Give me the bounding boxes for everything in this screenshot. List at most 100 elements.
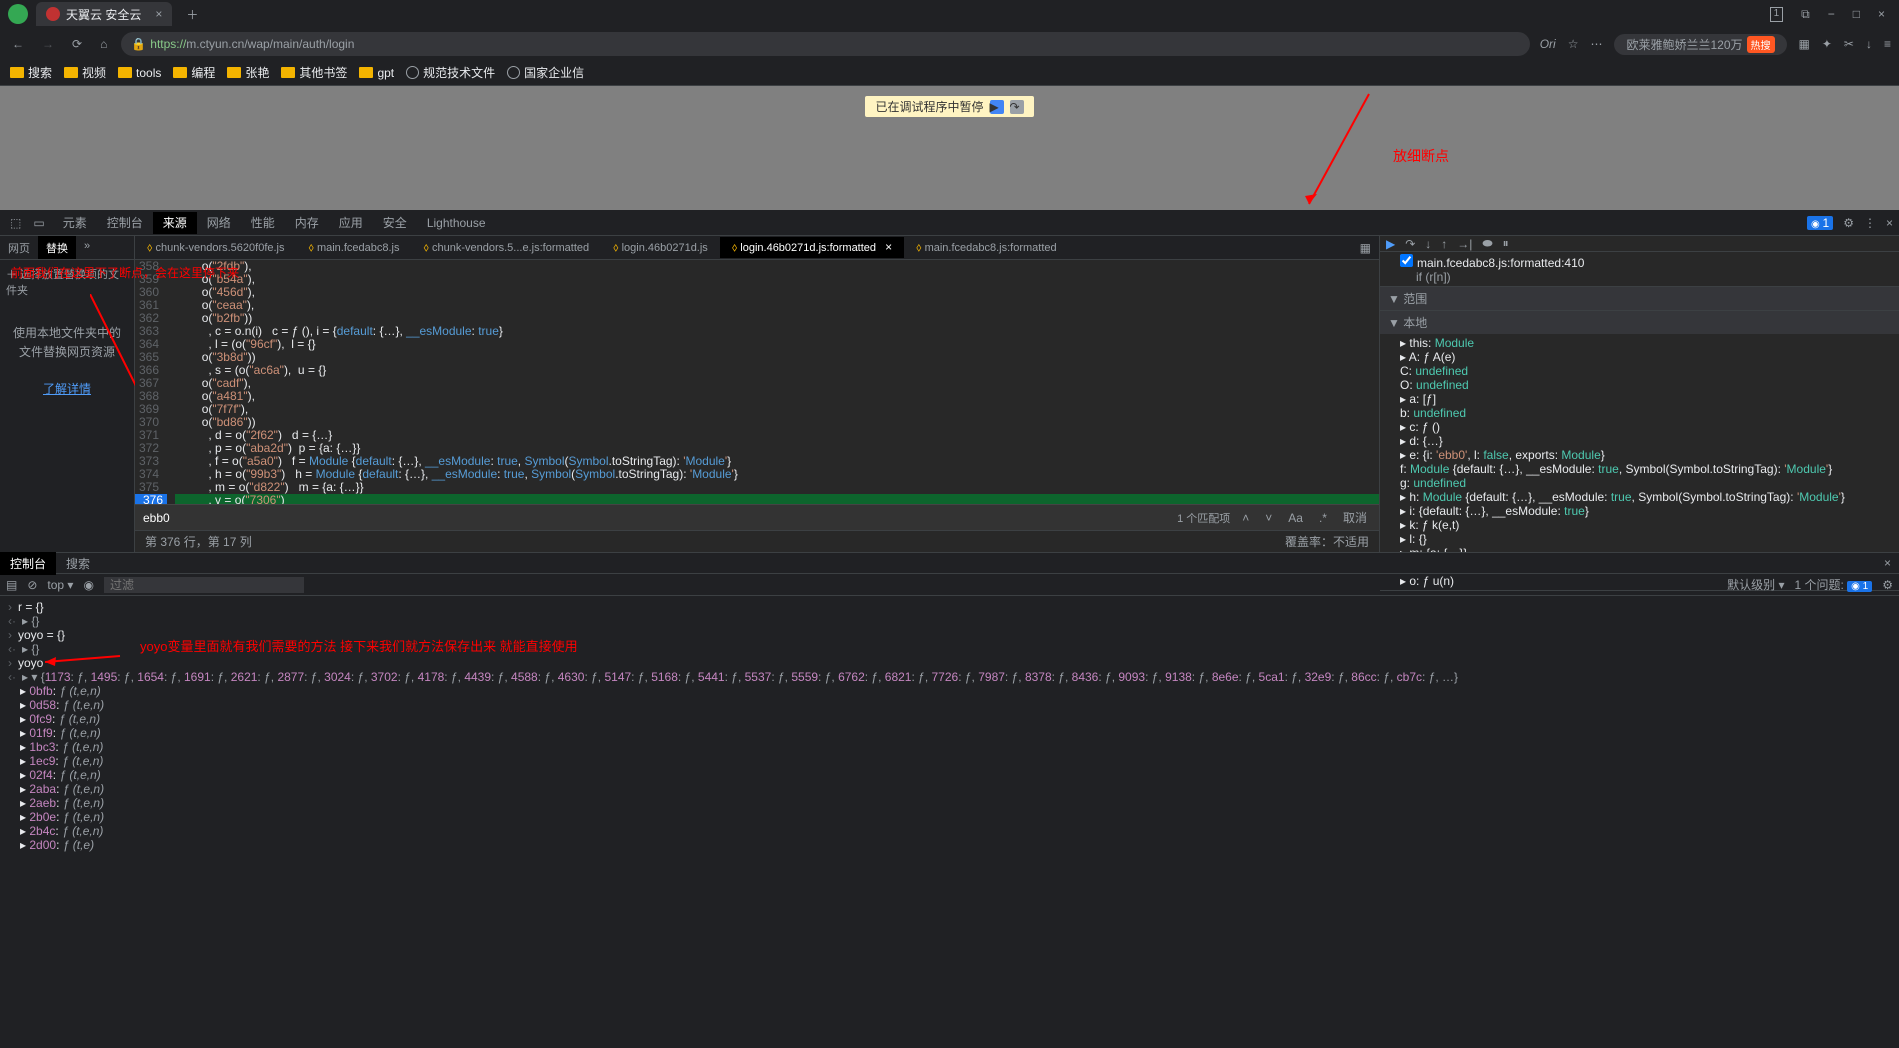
console-property[interactable]: ▸ 2b0e: ƒ (t,e,n) (20, 810, 1899, 824)
live-expr-icon[interactable]: ◉ (83, 578, 93, 592)
devtools-close-icon[interactable]: × (1886, 216, 1893, 230)
bookmark-item[interactable]: 国家企业信 (507, 64, 584, 81)
search-tab[interactable]: 搜索 (56, 552, 100, 575)
scope-variable[interactable]: ▸ k: ƒ k(e,t) (1380, 518, 1899, 532)
find-prev-icon[interactable]: ˄ (1238, 511, 1253, 525)
find-regex-icon[interactable]: .* (1315, 511, 1331, 525)
devtools-tab[interactable]: 内存 (285, 212, 329, 234)
devtools-tab[interactable]: 来源 (153, 212, 197, 234)
log-level-selector[interactable]: 默认级别 ▾ (1727, 576, 1784, 593)
scope-variable[interactable]: ▸ l: {} (1380, 532, 1899, 546)
console-property[interactable]: ▸ 1ec9: ƒ (t,e,n) (20, 754, 1899, 768)
sidebar-toggle-icon[interactable]: ▤ (6, 578, 17, 592)
reload-icon[interactable]: ⟳ (68, 37, 86, 51)
apps-icon[interactable]: ▦ (1799, 37, 1810, 51)
scope-variable[interactable]: ▸ d: {…} (1380, 434, 1899, 448)
devtools-tab[interactable]: 元素 (53, 212, 97, 234)
bookmark-item[interactable]: 其他书签 (281, 64, 347, 81)
bookmark-item[interactable]: 张艳 (227, 64, 269, 81)
step-out-icon[interactable]: ↑ (1441, 237, 1447, 251)
scope-header[interactable]: ▼ 范围 (1380, 287, 1899, 310)
scope-variable[interactable]: C: undefined (1380, 364, 1899, 378)
scope-variable[interactable]: ▸ a: [ƒ] (1380, 392, 1899, 406)
menu-icon[interactable]: ≡ (1884, 37, 1891, 51)
learn-more-link[interactable]: 了解详情 (43, 382, 91, 396)
console-property[interactable]: ▸ 2aeb: ƒ (t,e,n) (20, 796, 1899, 810)
back-icon[interactable]: ← (8, 37, 28, 51)
inspect-icon[interactable]: ⬚ (6, 216, 25, 230)
scope-variable[interactable]: ▸ c: ƒ () (1380, 420, 1899, 434)
find-next-icon[interactable]: ˅ (1261, 511, 1276, 525)
console-property[interactable]: ▸ 2b4c: ƒ (t,e,n) (20, 824, 1899, 838)
extensions-icon[interactable]: ⧉ (1801, 7, 1810, 22)
line-gutter[interactable]: 3583593603613623633643653663673683693703… (135, 260, 167, 504)
search-box[interactable]: 欧莱雅鲍娇兰兰120万 热搜 (1614, 34, 1786, 55)
step-into-icon[interactable]: ↓ (1425, 237, 1431, 251)
screenshot-icon[interactable]: ✂ (1844, 37, 1854, 51)
devtools-tab[interactable]: Lighthouse (417, 212, 496, 234)
devtools-tab[interactable]: 网络 (197, 212, 241, 234)
close-tab-icon[interactable]: × (155, 7, 162, 21)
console-tab[interactable]: 控制台 (0, 552, 56, 575)
sidetab-overrides[interactable]: 替换 (38, 236, 76, 259)
maximize-icon[interactable]: □ (1853, 7, 1860, 22)
console-property[interactable]: ▸ 02f4: ƒ (t,e,n) (20, 768, 1899, 782)
file-tab[interactable]: ⬨ login.46b0271d.js (601, 237, 720, 258)
devtools-tab[interactable]: 安全 (373, 212, 417, 234)
scope-variable[interactable]: ▸ i: {default: {…}, __esModule: true} (1380, 504, 1899, 518)
minimize-icon[interactable]: − (1828, 7, 1835, 22)
code-area[interactable]: 3583593603613623633643653663673683693703… (135, 260, 1379, 504)
find-case-icon[interactable]: Aa (1284, 511, 1307, 525)
scope-variable[interactable]: b: undefined (1380, 406, 1899, 420)
scope-variable[interactable]: ▸ A: ƒ A(e) (1380, 350, 1899, 364)
resume-button[interactable]: ▶ (1386, 237, 1395, 251)
step-icon[interactable]: ↷ (1010, 100, 1024, 114)
devtools-tab[interactable]: 控制台 (97, 212, 153, 234)
find-cancel[interactable]: 取消 (1339, 509, 1371, 526)
download-icon[interactable]: ↓ (1866, 37, 1872, 51)
sidetab-page[interactable]: 网页 (0, 236, 38, 259)
scope-variable[interactable]: f: Module {default: {…}, __esModule: tru… (1380, 462, 1899, 476)
step-over-icon[interactable]: ↷ (1405, 237, 1415, 251)
bookmark-item[interactable]: gpt (359, 66, 394, 80)
resume-icon[interactable]: ▶ (990, 100, 1004, 114)
bookmark-item[interactable]: 视频 (64, 64, 106, 81)
scope-variable[interactable]: g: undefined (1380, 476, 1899, 490)
console-settings-icon[interactable]: ⚙ (1882, 578, 1893, 592)
bookmark-item[interactable]: 搜索 (10, 64, 52, 81)
bookmark-item[interactable]: tools (118, 66, 161, 80)
console-property[interactable]: ▸ 01f9: ƒ (t,e,n) (20, 726, 1899, 740)
scope-variable[interactable]: O: undefined (1380, 378, 1899, 392)
clear-console-icon[interactable]: ⊘ (27, 578, 37, 592)
console-object-head[interactable]: ▸ ▾ {1173: ƒ, 1495: ƒ, 1654: ƒ, 1691: ƒ,… (22, 670, 1458, 684)
browser-tab[interactable]: 天翼云 安全云 × (36, 2, 172, 26)
find-input[interactable] (143, 511, 1169, 525)
more-icon[interactable]: ⋯ (1590, 37, 1602, 51)
breakpoint-location[interactable]: main.fcedabc8.js:formatted:410 (1417, 256, 1584, 270)
console-close-icon[interactable]: × (1876, 556, 1899, 570)
issues-count[interactable]: 1 个问题: ◉ 1 (1794, 576, 1872, 593)
console-property[interactable]: ▸ 2aba: ƒ (t,e,n) (20, 782, 1899, 796)
tab-count-badge[interactable]: 1 (1770, 7, 1784, 22)
devtools-menu-icon[interactable]: ⋮ (1864, 216, 1876, 230)
pause-exception-icon[interactable]: ⏸ (1503, 236, 1509, 251)
sidetab-more[interactable]: » (76, 236, 98, 259)
error-badge[interactable]: ◉ 1 (1807, 216, 1833, 230)
breakpoint-checkbox[interactable] (1400, 254, 1413, 267)
file-tab[interactable]: ⬨ chunk-vendors.5...e.js:formatted (412, 237, 602, 258)
file-tab[interactable]: ⬨ main.fcedabc8.js (297, 237, 412, 258)
scope-variable[interactable]: ▸ h: Module {default: {…}, __esModule: t… (1380, 490, 1899, 504)
console-filter-input[interactable] (104, 577, 304, 593)
console-property[interactable]: ▸ 1bc3: ƒ (t,e,n) (20, 740, 1899, 754)
devtools-tab[interactable]: 性能 (241, 212, 285, 234)
step-icon[interactable]: →| (1457, 237, 1472, 251)
console-body[interactable]: ›r = {}‹·▸ {}›yoyo = {}‹·▸ {}›yoyo yoyo变… (0, 596, 1899, 1048)
device-icon[interactable]: ▭ (29, 216, 48, 230)
console-property[interactable]: ▸ 2d00: ƒ (t,e) (20, 838, 1899, 852)
scope-variable[interactable]: ▸ e: {i: 'ebb0', l: false, exports: Modu… (1380, 448, 1899, 462)
console-property[interactable]: ▸ 0bfb: ƒ (t,e,n) (20, 684, 1899, 698)
star-icon[interactable]: ☆ (1568, 37, 1579, 51)
settings-icon[interactable]: ⚙ (1843, 216, 1854, 230)
file-tab[interactable]: ⬨ chunk-vendors.5620f0fe.js (135, 237, 297, 258)
favorites-icon[interactable]: ✦ (1822, 37, 1832, 51)
